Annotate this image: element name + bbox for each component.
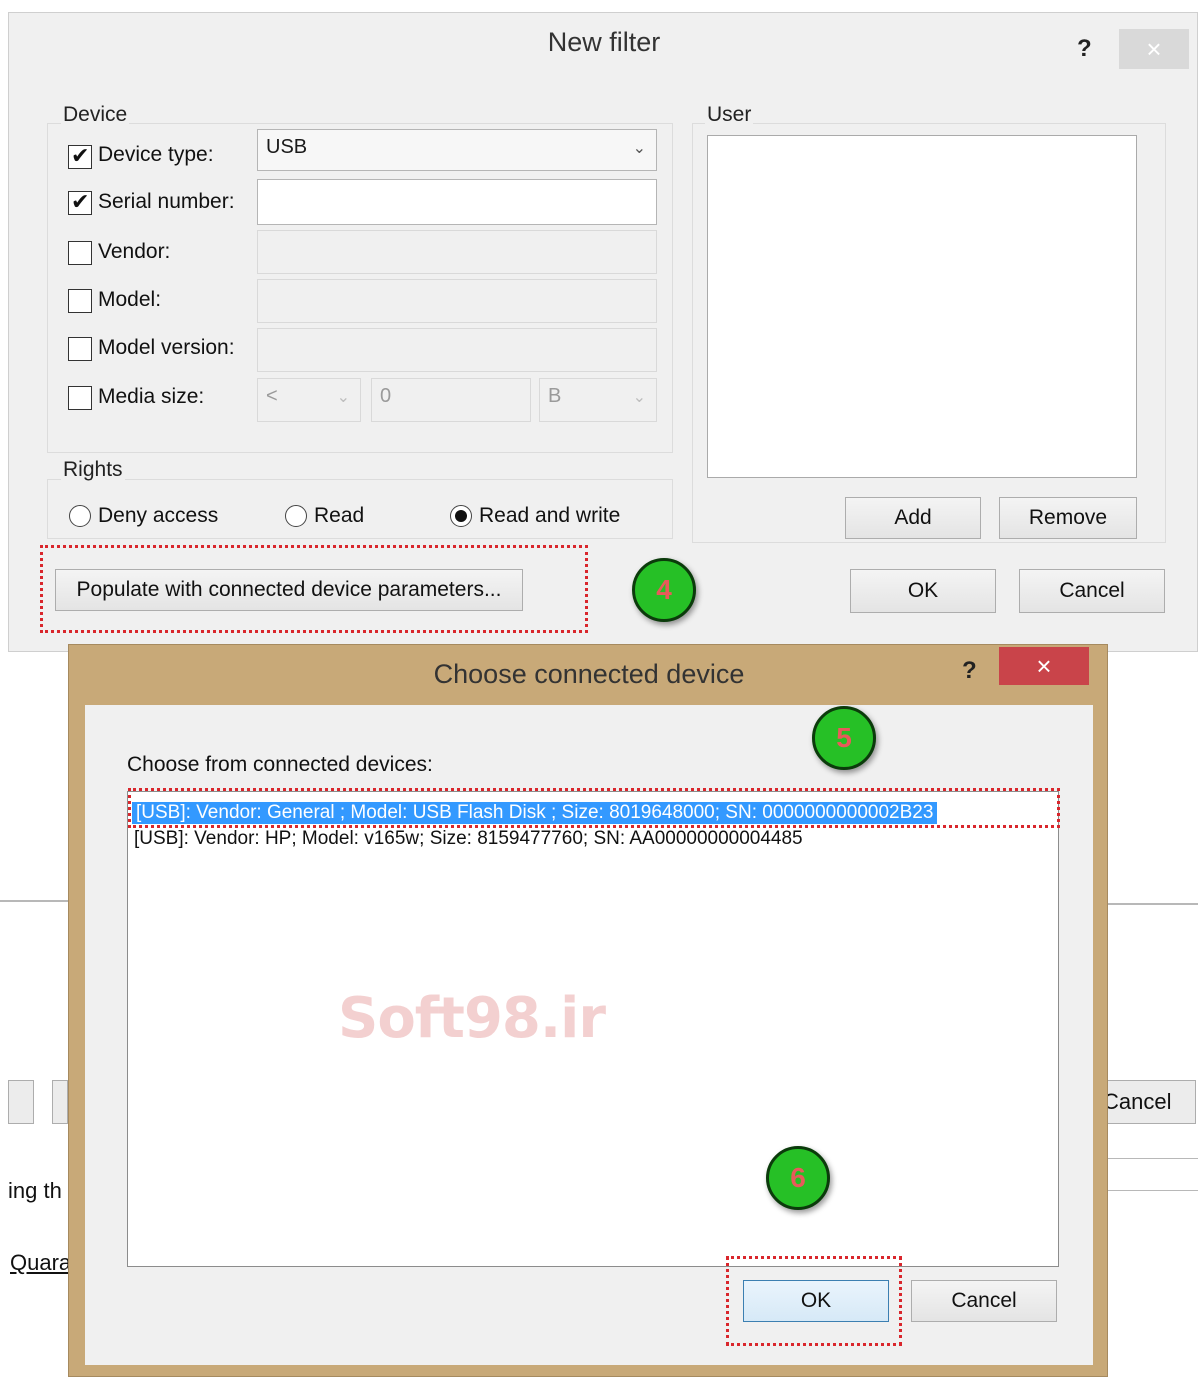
device-type-checkbox[interactable] (68, 143, 92, 169)
background-button[interactable] (52, 1080, 68, 1124)
choose-prompt: Choose from connected devices: (127, 753, 433, 776)
add-user-button[interactable]: Add (845, 497, 981, 539)
close-button[interactable]: × (999, 647, 1089, 685)
ok-button[interactable]: OK (850, 569, 996, 613)
step-number: 6 (790, 1162, 806, 1193)
device-selection-highlight (128, 788, 1060, 828)
model-label: Model: (98, 288, 162, 311)
media-size-value-field[interactable]: 0 (371, 378, 531, 422)
model-version-checkbox[interactable] (68, 337, 92, 361)
user-list[interactable] (707, 135, 1137, 478)
vendor-field[interactable] (257, 230, 657, 274)
ok-highlight (726, 1256, 902, 1346)
read-label: Read (314, 504, 365, 527)
help-icon[interactable]: ? (962, 657, 977, 685)
serial-number-checkbox[interactable] (68, 189, 92, 215)
user-group-label: User (705, 103, 754, 127)
step-number: 5 (836, 722, 852, 753)
background-cancel-button[interactable]: Cancel (1100, 1080, 1196, 1124)
serial-number-label: Serial number: (98, 190, 235, 213)
media-size-label: Media size: (98, 385, 205, 408)
rights-group-label: Rights (61, 458, 125, 482)
model-version-field[interactable] (257, 328, 657, 372)
dialog-title: Choose connected device (433, 659, 745, 689)
read-and-write-radio[interactable] (450, 505, 472, 527)
background-divider (0, 900, 68, 902)
background-divider (1106, 1158, 1198, 1159)
model-checkbox[interactable] (68, 289, 92, 313)
cancel-button[interactable]: Cancel (1019, 569, 1165, 613)
populate-highlight (40, 545, 588, 633)
model-version-label: Model version: (98, 336, 235, 359)
media-size-operator-value: < (266, 385, 278, 407)
step-number: 4 (656, 574, 672, 605)
chevron-down-icon: ⌄ (632, 140, 646, 157)
remove-user-button[interactable]: Remove (999, 497, 1137, 539)
read-radio[interactable] (285, 505, 307, 527)
chevron-down-icon: ⌄ (632, 389, 646, 406)
vendor-checkbox[interactable] (68, 241, 92, 265)
device-type-label: Device type: (98, 143, 214, 166)
media-size-operator-select[interactable]: < ⌄ (257, 378, 361, 422)
watermark: Soft98.ir (338, 986, 606, 1051)
media-size-unit-value: B (548, 385, 562, 407)
step-badge: 4 (632, 558, 696, 622)
choose-device-dialog: Choose connected device ? × Choose from … (68, 644, 1108, 1377)
model-field[interactable] (257, 279, 657, 323)
close-button[interactable]: × (1119, 29, 1189, 69)
device-list[interactable]: [USB]: Vendor: General ; Model: USB Flas… (127, 791, 1059, 1267)
help-icon[interactable]: ? (1077, 35, 1092, 63)
background-divider (1106, 1190, 1198, 1191)
deny-access-label: Deny access (98, 504, 219, 527)
background-button[interactable] (8, 1080, 34, 1124)
device-type-value: USB (266, 136, 308, 158)
media-size-unit-select[interactable]: B ⌄ (539, 378, 657, 422)
background-partial-text: ing th (8, 1178, 62, 1203)
deny-access-radio[interactable] (69, 505, 91, 527)
background-cancel-label: Cancel (1103, 1089, 1172, 1114)
cancel-button[interactable]: Cancel (911, 1280, 1057, 1322)
device-type-select[interactable]: USB ⌄ (257, 129, 657, 171)
step-badge: 5 (812, 706, 876, 770)
chevron-down-icon: ⌄ (336, 389, 350, 406)
dialog-title: New filter (547, 27, 661, 57)
media-size-checkbox[interactable] (68, 386, 92, 410)
serial-number-field[interactable] (257, 179, 657, 225)
step-badge: 6 (766, 1146, 830, 1210)
device-group-label: Device (61, 103, 130, 127)
read-and-write-label: Read and write (479, 504, 621, 527)
list-item[interactable]: [USB]: Vendor: HP; Model: v165w; Size: 8… (134, 828, 803, 850)
background-divider (1106, 903, 1198, 905)
quarantine-link[interactable]: Quara (10, 1250, 71, 1276)
vendor-label: Vendor: (98, 240, 171, 263)
